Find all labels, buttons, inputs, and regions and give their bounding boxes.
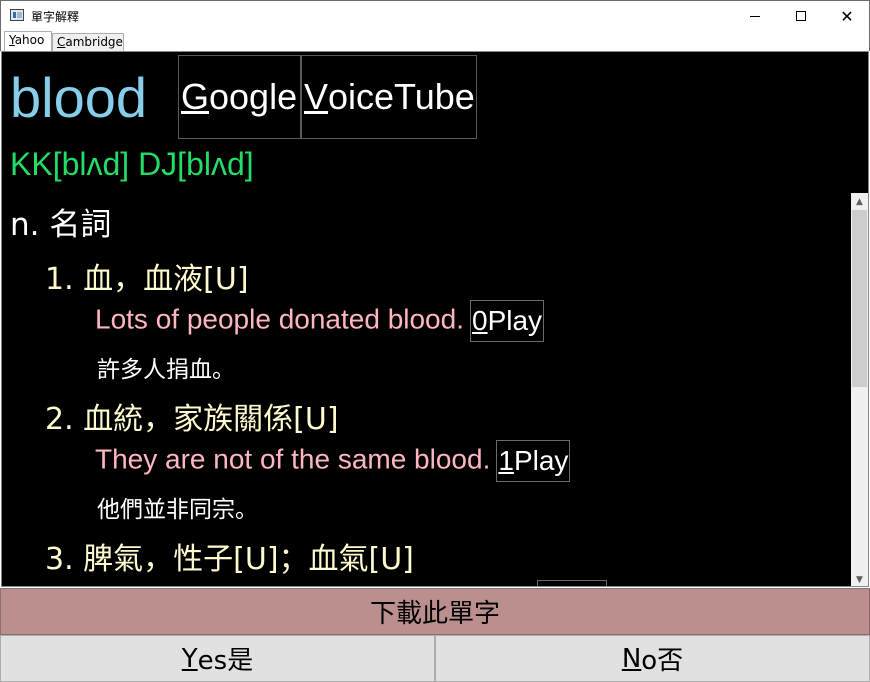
google-mnemonic: G [181,76,210,117]
definition-panel: blood Google VoiceTube KK[blʌd] DJ[blʌd]… [1,51,869,587]
senses-list[interactable]: n. 名詞 1. 血，血液[U] Lots of people donated … [2,193,868,586]
example-text: Lots of people donated blood. [95,303,464,335]
no-label: o否 [641,646,684,676]
sense-example: They are not of the same blood. 1Play [95,440,571,482]
yes-button[interactable]: Yes是 [0,635,435,682]
tab-strip: Yahoo Cambridge [0,30,870,51]
tab-cambridge[interactable]: Cambridge [52,33,124,51]
scroll-up-icon[interactable]: ▲ [851,193,868,210]
sense-translation: 他們並非同宗。 [97,497,258,523]
yes-label: es是 [197,646,254,676]
play-button[interactable] [537,580,607,586]
part-of-speech: n. 名詞 [10,207,112,243]
scrollbar-thumb[interactable] [852,210,867,387]
maximize-button[interactable] [778,1,824,31]
play-index: 1 [498,445,514,476]
close-icon: ✕ [840,6,854,26]
sense-definition: 3. 脾氣，性子[U]；血氣[U] [45,542,414,577]
no-mnemonic: N [621,643,642,674]
close-button[interactable]: ✕ [824,1,870,31]
play-index: 0 [471,305,488,336]
voicetube-mnemonic: V [304,76,329,117]
play-label: Play [513,445,569,476]
play-button[interactable]: 0Play [469,300,545,342]
no-button[interactable]: No否 [435,635,870,682]
sense-definition: 1. 血，血液[U] [45,262,249,297]
play-label: Play [487,305,543,336]
tab-yahoo[interactable]: Yahoo [4,31,52,51]
scroll-down-icon[interactable]: ▼ [851,571,868,586]
title-bar: 單字解釋 ✕ [0,0,870,30]
voicetube-label: oiceTube [328,76,475,117]
tab-cambridge-label: ambridge [65,35,123,49]
download-button[interactable]: 下載此單字 [0,588,870,635]
tab-yahoo-label: ahoo [14,33,45,47]
headword: blood [10,66,148,129]
sense-definition: 2. 血統，家族關係[U] [45,402,339,437]
voicetube-button[interactable]: VoiceTube [301,55,477,139]
app-icon [10,9,24,21]
minimize-icon [750,15,760,17]
example-text: They are not of the same blood. [95,443,491,475]
sense-translation: 許多人捐血。 [97,357,235,383]
play-button[interactable]: 1Play [496,440,571,482]
maximize-icon [796,11,806,21]
minimize-button[interactable] [732,1,778,31]
pronunciation: KK[blʌd] DJ[blʌd] [10,146,254,182]
sense-example: Lots of people donated blood. 0Play [95,300,545,342]
yes-mnemonic: Y [181,643,198,674]
window-title: 單字解釋 [31,10,80,24]
vertical-scrollbar[interactable]: ▲ ▼ [851,193,868,586]
google-label: oogle [209,76,298,117]
google-button[interactable]: Google [178,55,301,139]
